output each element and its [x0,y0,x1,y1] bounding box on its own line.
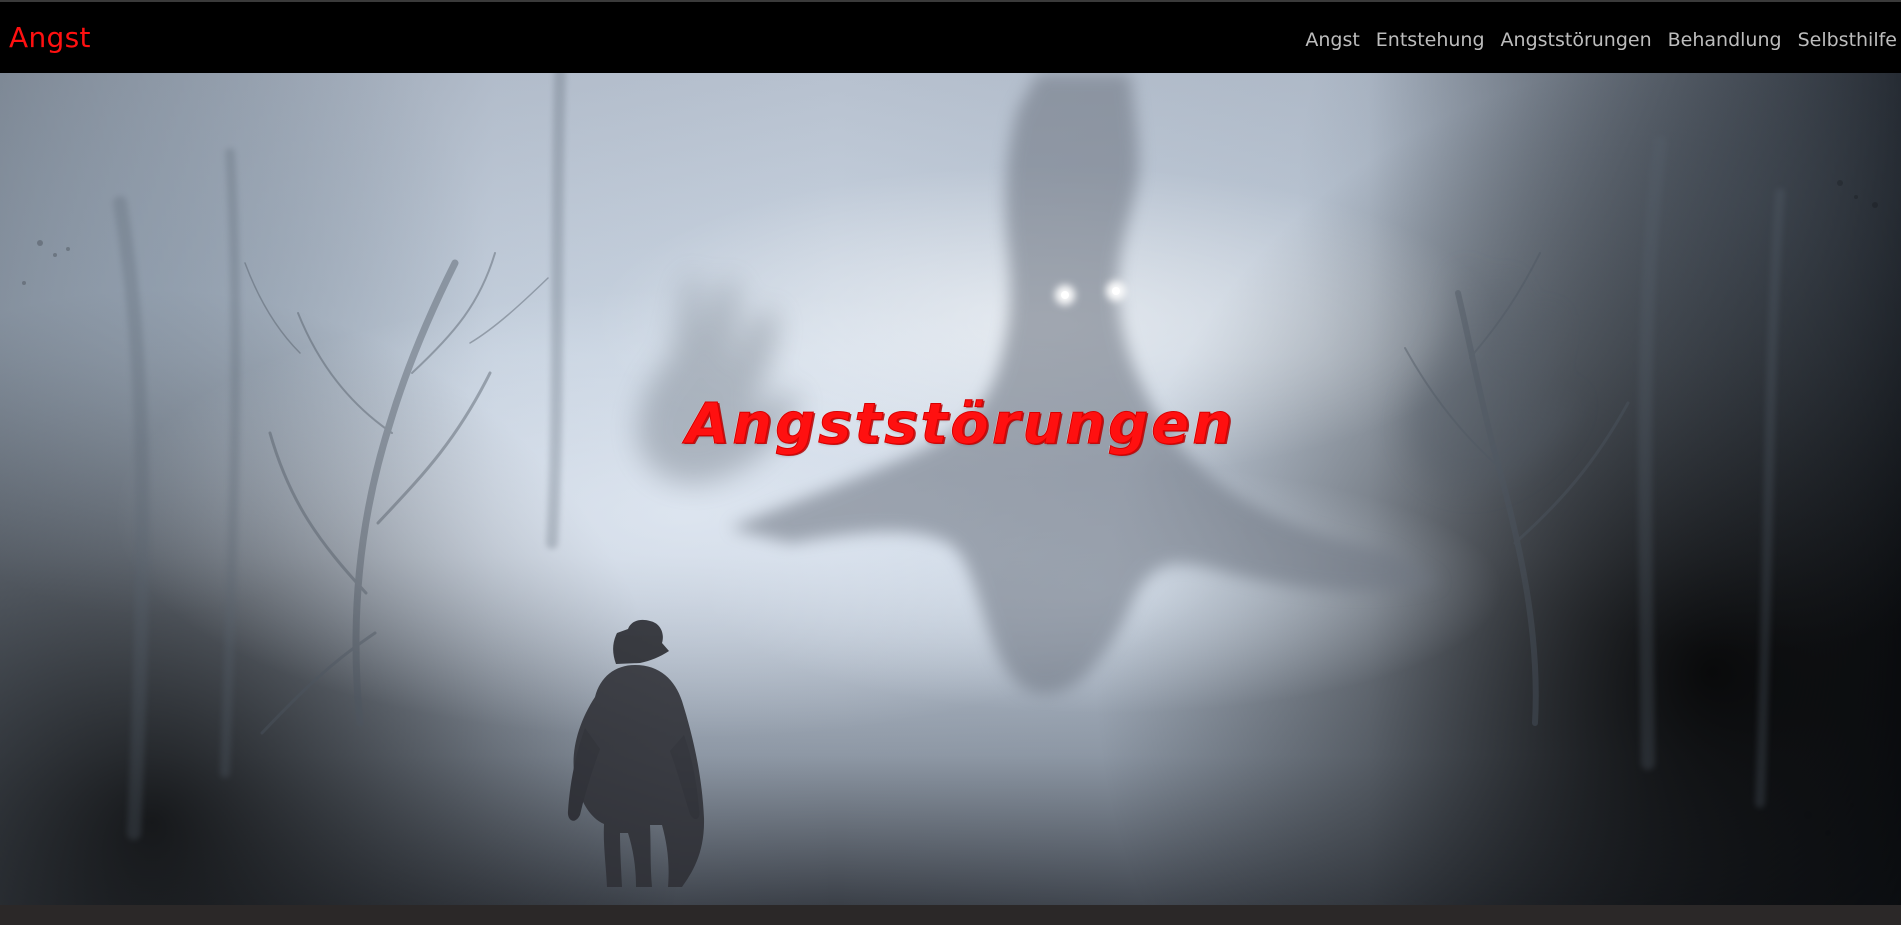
nav-link-behandlung[interactable]: Behandlung [1668,28,1782,52]
nav-link-entstehung[interactable]: Entstehung [1376,28,1485,52]
hero-banner: Angststörungen [0,73,1901,905]
top-navigation-bar: Angst Angst Entstehung Angststörungen Be… [0,0,1901,73]
page-footer-band [0,905,1901,925]
nav-link-angststorungen[interactable]: Angststörungen [1501,28,1652,52]
misty-forest-with-ghost-and-walking-figure-icon [22,73,1878,887]
page: Angst Angst Entstehung Angststörungen Be… [0,0,1901,925]
main-navigation: Angst Entstehung Angststörungen Behandlu… [1305,28,1897,52]
hero-title: Angststörungen [685,392,1236,457]
nav-link-angst[interactable]: Angst [1305,28,1359,52]
nav-link-selbsthilfe[interactable]: Selbsthilfe [1798,28,1897,52]
site-brand-link[interactable]: Angst [9,22,91,54]
